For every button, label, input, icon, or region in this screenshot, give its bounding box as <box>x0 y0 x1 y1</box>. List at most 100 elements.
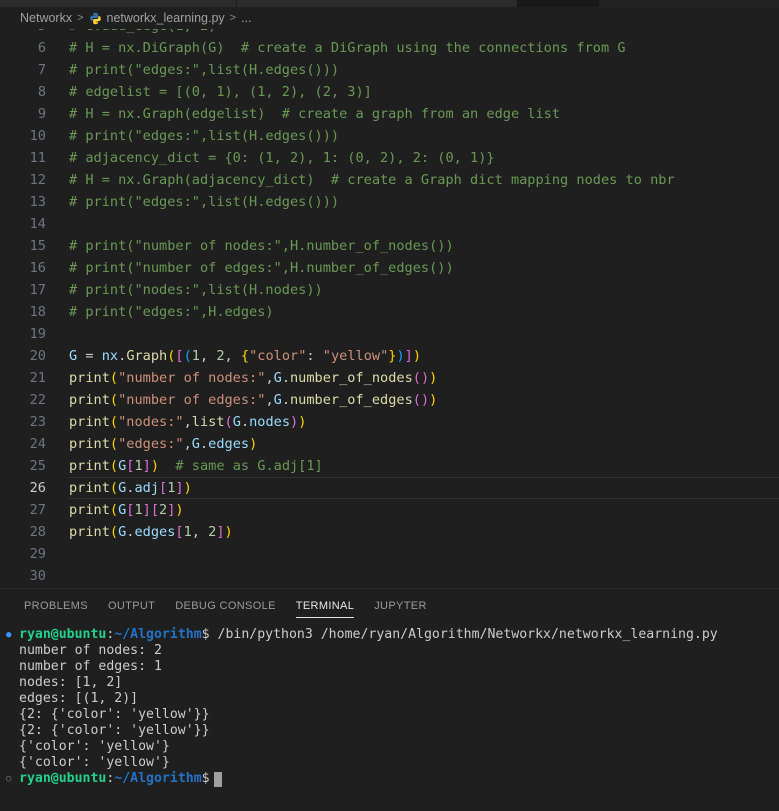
vscode-window: Networkx > networkx_learning.py > ... 5 #… <box>0 0 779 811</box>
code-line[interactable]: 16 # print("number of edges:",H.number_of… <box>0 257 779 279</box>
code-line[interactable]: 17 # print("nodes:",list(H.nodes)) <box>0 279 779 301</box>
terminal-gutter-spacer <box>6 755 19 771</box>
editor-tab-2[interactable] <box>237 0 517 7</box>
code-token: 2 <box>159 502 168 518</box>
editor-tab-3[interactable] <box>599 0 779 7</box>
code-editor[interactable]: 5 # G.add_edge(1, 2) 6 # H = nx.DiGraph(G) … <box>0 29 779 588</box>
code-line[interactable]: 29 <box>0 543 779 565</box>
code-line[interactable]: 8 # edgelist = [(0, 1), (1, 2), (2, 3)] <box>0 81 779 103</box>
code-line[interactable]: 30 <box>0 565 779 587</box>
terminal-output[interactable]: ● ryan@ubuntu: ~/Algorithm $ /bin/python3 /… <box>0 623 779 811</box>
line-number: 10 <box>29 128 46 144</box>
code-line[interactable]: 13 # print("edges:",list(H.edges())) <box>0 191 779 213</box>
code-line[interactable]: 21 print("number of nodes:",G.number_of_n… <box>0 367 779 389</box>
breadcrumb-ellipsis[interactable]: ... <box>241 11 251 25</box>
line-content: print("nodes:",list(G.nodes)) <box>46 411 306 433</box>
panel-tab-jupyter[interactable]: JUPYTER <box>364 589 437 623</box>
terminal-output-text: {'color': 'yellow'} <box>19 739 170 754</box>
code-line[interactable]: 18 # print("edges:",H.edges) <box>0 301 779 323</box>
code-token: { <box>240 348 250 364</box>
terminal-output-line: {2: {'color': 'yellow'}} <box>6 707 779 723</box>
breadcrumb-file[interactable]: networkx_learning.py <box>107 11 225 25</box>
code-token: # H = nx.Graph(edgelist) # create a grap… <box>69 106 561 122</box>
code-line[interactable]: 19 <box>0 323 779 345</box>
code-line[interactable]: 12 # H = nx.Graph(adjacency_dict) # creat… <box>0 169 779 191</box>
editor-tab-1[interactable] <box>0 0 237 7</box>
code-token: # print("edges:",list(H.edges())) <box>69 62 340 78</box>
line-number: 13 <box>29 194 46 210</box>
code-token: # G.add_edge(1, 2) <box>69 29 216 34</box>
line-number: 28 <box>29 524 46 540</box>
breadcrumb-folder[interactable]: Networkx <box>20 11 72 25</box>
python-logo-icon <box>89 12 102 25</box>
code-token: ( <box>183 348 192 364</box>
code-token: ) <box>298 414 307 430</box>
code-line[interactable]: 15 # print("number of nodes:",H.number_of… <box>0 235 779 257</box>
code-line[interactable]: 7 # print("edges:",list(H.edges())) <box>0 59 779 81</box>
code-token: Graph <box>126 348 168 364</box>
line-content: print(G[1][2]) <box>46 499 184 521</box>
code-line[interactable]: 28 print(G.edges[1, 2]) <box>0 521 779 543</box>
terminal-output-text: number of nodes: 2 <box>19 643 162 658</box>
terminal-gutter-spacer <box>6 691 19 707</box>
line-content: # print("edges:",list(H.edges())) <box>46 59 339 81</box>
code-line[interactable]: 14 <box>0 213 779 235</box>
terminal-gutter-spacer <box>6 739 19 755</box>
code-token: "number of nodes:" <box>118 370 266 386</box>
line-number: 9 <box>37 106 46 122</box>
terminal-output-text: {2: {'color': 'yellow'}} <box>19 707 210 722</box>
line-number: 22 <box>29 392 46 408</box>
terminal-gutter-spacer <box>6 723 19 739</box>
terminal-gutter-spacer <box>6 675 19 691</box>
code-token: # edgelist = [(0, 1), (1, 2), (2, 3)] <box>69 84 372 100</box>
code-token: ] <box>216 524 225 540</box>
code-line[interactable]: 9 # H = nx.Graph(edgelist) # create a gra… <box>0 103 779 125</box>
terminal-prompt-line: ○ ryan@ubuntu: ~/Algorithm $ <box>6 771 779 787</box>
code-token: "color" <box>249 348 307 364</box>
panel-tab-problems[interactable]: PROBLEMS <box>14 589 98 623</box>
code-token: . <box>240 414 250 430</box>
code-token: # print("number of edges:",H.number_of_e… <box>69 260 454 276</box>
code-token: G <box>191 436 200 452</box>
code-line[interactable]: 26 print(G.adj[1]) <box>0 477 779 499</box>
terminal-gutter-spacer <box>6 643 19 659</box>
code-token: # print("edges:",list(H.edges())) <box>69 194 340 210</box>
code-token: G <box>69 348 86 364</box>
code-token: # print("number of nodes:",H.number_of_n… <box>69 238 454 254</box>
code-token: number_of_edges <box>290 392 413 408</box>
line-content: # edgelist = [(0, 1), (1, 2), (2, 3)] <box>46 81 372 103</box>
code-token: , <box>183 436 192 452</box>
code-line[interactable]: 6 # H = nx.DiGraph(G) # create a DiGraph … <box>0 37 779 59</box>
code-line[interactable]: 23 print("nodes:",list(G.nodes)) <box>0 411 779 433</box>
panel-tab-output[interactable]: OUTPUT <box>98 589 165 623</box>
line-number: 27 <box>29 502 46 518</box>
code-token: [ <box>175 524 184 540</box>
code-line[interactable]: 24 print("edges:",G.edges) <box>0 433 779 455</box>
code-token: # print("edges:",H.edges) <box>69 304 274 320</box>
code-token: , <box>191 524 209 540</box>
panel-tab-terminal[interactable]: TERMINAL <box>286 589 364 623</box>
code-token: ) <box>396 348 405 364</box>
code-line[interactable]: 27 print(G[1][2]) <box>0 499 779 521</box>
code-line[interactable]: 20 G = nx.Graph([(1, 2, {"color": "yellow… <box>0 345 779 367</box>
code-token: , <box>265 392 274 408</box>
terminal-output-line: {2: {'color': 'yellow'}} <box>6 723 779 739</box>
code-token: adj <box>134 480 160 496</box>
code-line[interactable]: 11 # adjacency_dict = {0: (1, 2), 1: (0, … <box>0 147 779 169</box>
line-number: 6 <box>37 40 46 56</box>
code-token: ( <box>412 370 421 386</box>
code-token: ( <box>109 524 119 540</box>
terminal-prompt-line: ● ryan@ubuntu: ~/Algorithm $ /bin/python3 /… <box>6 627 779 643</box>
code-token: print <box>69 502 110 518</box>
code-token: # H = nx.DiGraph(G) # create a DiGraph u… <box>69 40 626 56</box>
line-content: # print("nodes:",list(H.nodes)) <box>46 279 323 301</box>
code-line[interactable]: 10 # print("edges:",list(H.edges())) <box>0 125 779 147</box>
code-line[interactable]: 22 print("number of edges:",G.number_of_e… <box>0 389 779 411</box>
terminal-output-line: {'color': 'yellow'} <box>6 755 779 771</box>
code-token: print <box>69 436 110 452</box>
code-token: edges <box>134 524 176 540</box>
code-line[interactable]: 25 print(G[1]) # same as G.adj[1] <box>0 455 779 477</box>
panel-tab-debug-console[interactable]: DEBUG CONSOLE <box>165 589 286 623</box>
terminal-output-text: {2: {'color': 'yellow'}} <box>19 723 210 738</box>
code-line[interactable]: 5 # G.add_edge(1, 2) <box>0 29 779 37</box>
